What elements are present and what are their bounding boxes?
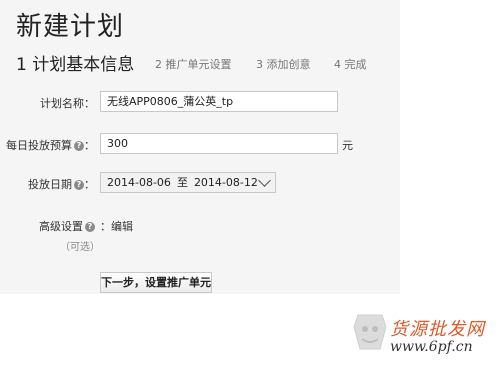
page-title: 新建计划 xyxy=(16,12,125,42)
date-separator: 至 xyxy=(176,176,188,189)
optional-note: （可选） xyxy=(60,242,100,253)
help-icon[interactable]: ? xyxy=(85,222,95,232)
budget-unit: 元 xyxy=(342,139,353,152)
date-range-select[interactable]: 2014-08-06 至 2014-08-12 xyxy=(100,172,276,193)
help-icon[interactable]: ? xyxy=(74,180,84,190)
step-4: 4 完成 xyxy=(334,58,367,71)
next-step-button[interactable]: 下一步，设置推广单元 xyxy=(100,272,212,293)
date-end: 2014-08-12 xyxy=(193,176,258,189)
step-2: 2 推广单元设置 xyxy=(155,58,232,71)
chevron-down-icon xyxy=(258,174,271,187)
date-label: 投放日期?： xyxy=(28,178,95,191)
watermark-logo-icon xyxy=(353,314,387,350)
step-indicator: 1 计划基本信息 2 推广单元设置 3 添加创意 4 完成 xyxy=(16,50,400,75)
help-icon[interactable]: ? xyxy=(74,141,84,151)
daily-budget-label: 每日投放预算?： xyxy=(6,139,95,152)
date-start: 2014-08-06 xyxy=(107,176,171,189)
watermark-text: 货源批发网 xyxy=(390,319,485,340)
step-3: 3 添加创意 xyxy=(256,58,311,71)
watermark-url: www.6pf.cn xyxy=(390,339,473,355)
form-panel: 新建计划 1 计划基本信息 2 推广单元设置 3 添加创意 4 完成 计划名称：… xyxy=(0,0,400,294)
plan-name-label: 计划名称： xyxy=(40,97,95,110)
plan-name-input[interactable]: 无线APP0806_蒲公英_tp xyxy=(100,91,338,112)
advanced-settings-label: 高级设置? xyxy=(0,218,95,234)
step-current: 1 计划基本信息 xyxy=(16,55,135,75)
watermark: 货源批发网 www.6pf.cn xyxy=(350,305,500,365)
advanced-edit-link[interactable]: ：编辑 xyxy=(100,218,133,234)
daily-budget-input[interactable]: 300 xyxy=(100,133,338,154)
